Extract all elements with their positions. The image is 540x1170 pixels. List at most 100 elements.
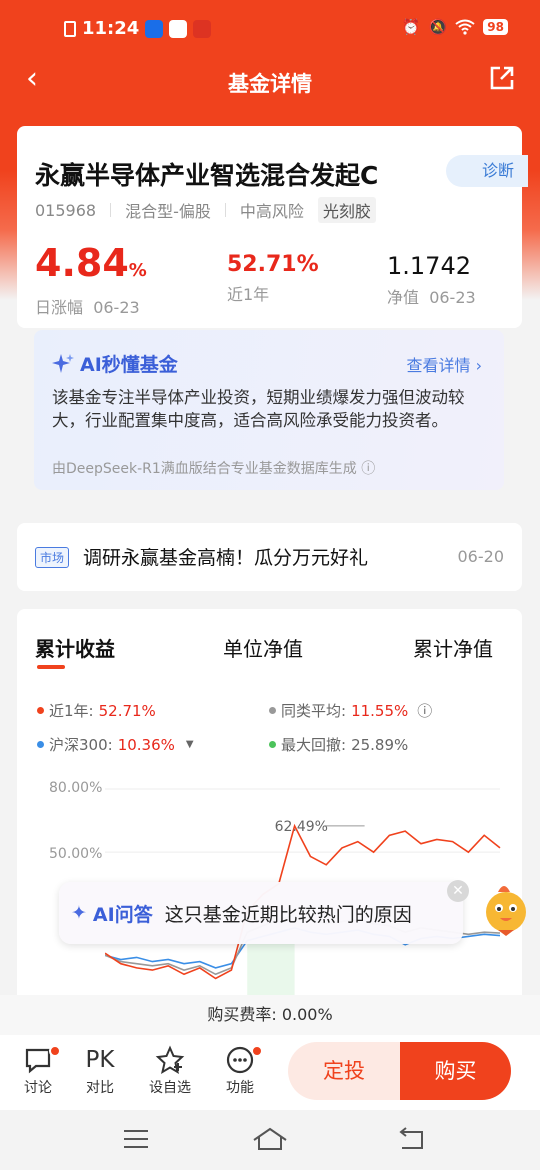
app-notification-icon xyxy=(145,19,164,38)
legend-drawdown: 最大回撤: 25.89% xyxy=(269,734,408,755)
dropdown-icon[interactable]: ▼ xyxy=(186,739,194,750)
home-icon[interactable] xyxy=(252,1126,288,1152)
news-date: 06-20 xyxy=(457,547,505,566)
y-tick-label: 80.00% xyxy=(49,780,103,796)
watch-label: 设自选 xyxy=(149,1080,191,1096)
app-notification-icon-3 xyxy=(193,19,212,38)
more-icon xyxy=(226,1046,254,1074)
nav-label: 净值 xyxy=(387,288,420,307)
news-tag: 市场 xyxy=(35,547,70,568)
legend-dot xyxy=(269,707,276,714)
legend-peer-value: 11.55% xyxy=(351,701,409,720)
sparkle-icon xyxy=(52,353,74,373)
ai-more-text: 查看详情 xyxy=(406,356,471,375)
fund-summary-card: 永赢半导体产业智选混合发起C 诊断 015968 混合型-偏股 中高风险 光刻胶… xyxy=(17,126,528,328)
page-title: 基金详情 xyxy=(228,72,312,96)
ai-title-text: AI秒懂基金 xyxy=(80,354,178,376)
performance-chart-card: 累计收益 单位净值 累计净值 近1年: 52.71% 同类平均: 11.55% ⓘ 沪… xyxy=(17,609,522,1009)
daily-change-value: 4.84 xyxy=(35,241,129,285)
ai-summary-text: 该基金专注半导体产业投资，短期业绩爆发力强但波动较大，行业配置集中度高，适合高风… xyxy=(52,388,465,430)
app-notification-icon-2 xyxy=(169,19,188,38)
legend-fund: 近1年: 52.71% xyxy=(37,700,156,721)
compare-button[interactable]: PK 对比 xyxy=(71,1043,129,1097)
year-return-value: 52.71% xyxy=(227,252,319,277)
fund-theme-tag[interactable]: 光刻胶 xyxy=(317,197,376,223)
legend-fund-label: 近1年: xyxy=(49,702,94,720)
sim-icon xyxy=(64,20,76,37)
pk-icon: PK xyxy=(85,1047,115,1073)
tab-cumulative-return[interactable]: 累计收益 xyxy=(35,633,115,662)
year-return-label: 近1年 xyxy=(227,285,270,304)
discuss-label: 讨论 xyxy=(24,1080,52,1096)
nav-date: 06-23 xyxy=(429,288,476,307)
ai-source-text: 由DeepSeek-R1满血版结合专业基金数据库生成 xyxy=(52,461,357,477)
sip-button[interactable]: 定投 xyxy=(288,1042,400,1100)
legend-peer: 同类平均: 11.55% ⓘ xyxy=(269,700,432,721)
ai-summary-box[interactable]: AI秒懂基金 查看详情 › 该基金专注半导体产业投资，短期业绩爆发力强但波动较大… xyxy=(34,330,504,490)
daily-date: 06-23 xyxy=(93,298,140,317)
status-bar: 11:24 ⏰ 🔕 98 xyxy=(0,0,540,60)
battery-indicator: 98 xyxy=(483,19,508,35)
ai-question-text: 这只基金近期比较热门的原因 xyxy=(164,903,412,926)
news-headline: 调研永赢基金高楠！瓜分万元好礼 xyxy=(83,547,369,569)
legend-dot xyxy=(37,707,44,714)
fund-type: 混合型-偏股 xyxy=(125,202,211,221)
system-nav-bar xyxy=(0,1110,540,1170)
legend-peer-label: 同类平均: xyxy=(281,702,347,720)
legend-csi300[interactable]: 沪深300: 10.36% ▼ xyxy=(37,734,194,755)
purchase-fee-bar: 购买费率: 0.00% xyxy=(0,995,540,1035)
ai-question-label: AI问答 xyxy=(92,903,153,926)
func-label: 功能 xyxy=(226,1080,254,1096)
buy-button[interactable]: 购买 xyxy=(400,1042,511,1100)
nav-value: 1.1742 xyxy=(387,252,471,280)
ai-more-link[interactable]: 查看详情 › xyxy=(406,352,482,376)
nav-stat: 1.1742 净值 06-23 xyxy=(387,252,476,308)
ai-source-note: 由DeepSeek-R1满血版结合专业基金数据库生成 ⓘ xyxy=(52,458,375,478)
legend-drawdown-label: 最大回撤: xyxy=(281,736,347,754)
y-tick-label: 50.00% xyxy=(49,846,103,862)
notification-badge xyxy=(49,1045,61,1057)
add-watchlist-button[interactable]: 设自选 xyxy=(141,1043,199,1097)
fund-meta: 015968 混合型-偏股 中高风险 光刻胶 xyxy=(35,197,376,223)
status-time: 11:24 xyxy=(82,18,140,39)
daily-change-unit: % xyxy=(128,260,147,281)
legend-csi300-value: 10.36% xyxy=(117,735,175,754)
daily-change-stat: 4.84% 日涨幅 06-23 xyxy=(35,244,147,318)
info-icon[interactable]: ⓘ xyxy=(417,700,432,721)
ai-question-tip[interactable]: ✦ AI问答 这只基金近期比较热门的原因 ✕ xyxy=(59,880,469,944)
nav-bar: ‹ 基金详情 xyxy=(0,56,540,104)
mascot-icon[interactable] xyxy=(478,880,534,940)
legend-dot xyxy=(37,741,44,748)
notification-badge xyxy=(251,1045,263,1057)
fund-risk: 中高风险 xyxy=(239,202,304,221)
share-icon[interactable] xyxy=(488,64,516,92)
menu-icon[interactable] xyxy=(122,1128,150,1150)
news-card[interactable]: 市场 调研永赢基金高楠！瓜分万元好礼 06-20 xyxy=(17,523,522,591)
functions-button[interactable]: 功能 xyxy=(211,1043,269,1097)
close-icon[interactable]: ✕ xyxy=(447,880,469,902)
legend-fund-value: 52.71% xyxy=(98,701,156,720)
peak-annotation-label: 62.49% xyxy=(275,819,328,835)
legend-drawdown-value: 25.89% xyxy=(351,735,409,754)
back-nav-icon[interactable] xyxy=(396,1126,426,1152)
compare-label: 对比 xyxy=(86,1080,114,1096)
info-icon[interactable]: ⓘ xyxy=(361,461,375,477)
discuss-button[interactable]: 讨论 xyxy=(9,1043,67,1097)
wifi-icon xyxy=(455,19,475,35)
daily-label: 日涨幅 xyxy=(35,298,84,317)
tab-cumulative-nav[interactable]: 累计净值 xyxy=(413,633,493,662)
star-icon xyxy=(155,1045,185,1075)
sparkle-icon: ✦ xyxy=(71,902,87,924)
legend-dot xyxy=(269,741,276,748)
year-return-stat: 52.71% 近1年 xyxy=(227,252,319,305)
fund-code: 015968 xyxy=(35,200,97,220)
fund-name: 永赢半导体产业智选混合发起C xyxy=(35,161,379,190)
legend-csi300-label: 沪深300: xyxy=(49,736,113,754)
chevron-right-icon: › xyxy=(475,356,482,375)
active-tab-indicator xyxy=(37,665,65,669)
tab-unit-nav[interactable]: 单位净值 xyxy=(223,633,303,662)
ai-title: AI秒懂基金 xyxy=(52,350,178,377)
diagnose-button[interactable]: 诊断 xyxy=(446,155,528,187)
alarm-icon: ⏰ xyxy=(401,18,421,36)
bottom-action-bar: 讨论 PK 对比 设自选 功能 定投 购买 xyxy=(0,1035,540,1110)
